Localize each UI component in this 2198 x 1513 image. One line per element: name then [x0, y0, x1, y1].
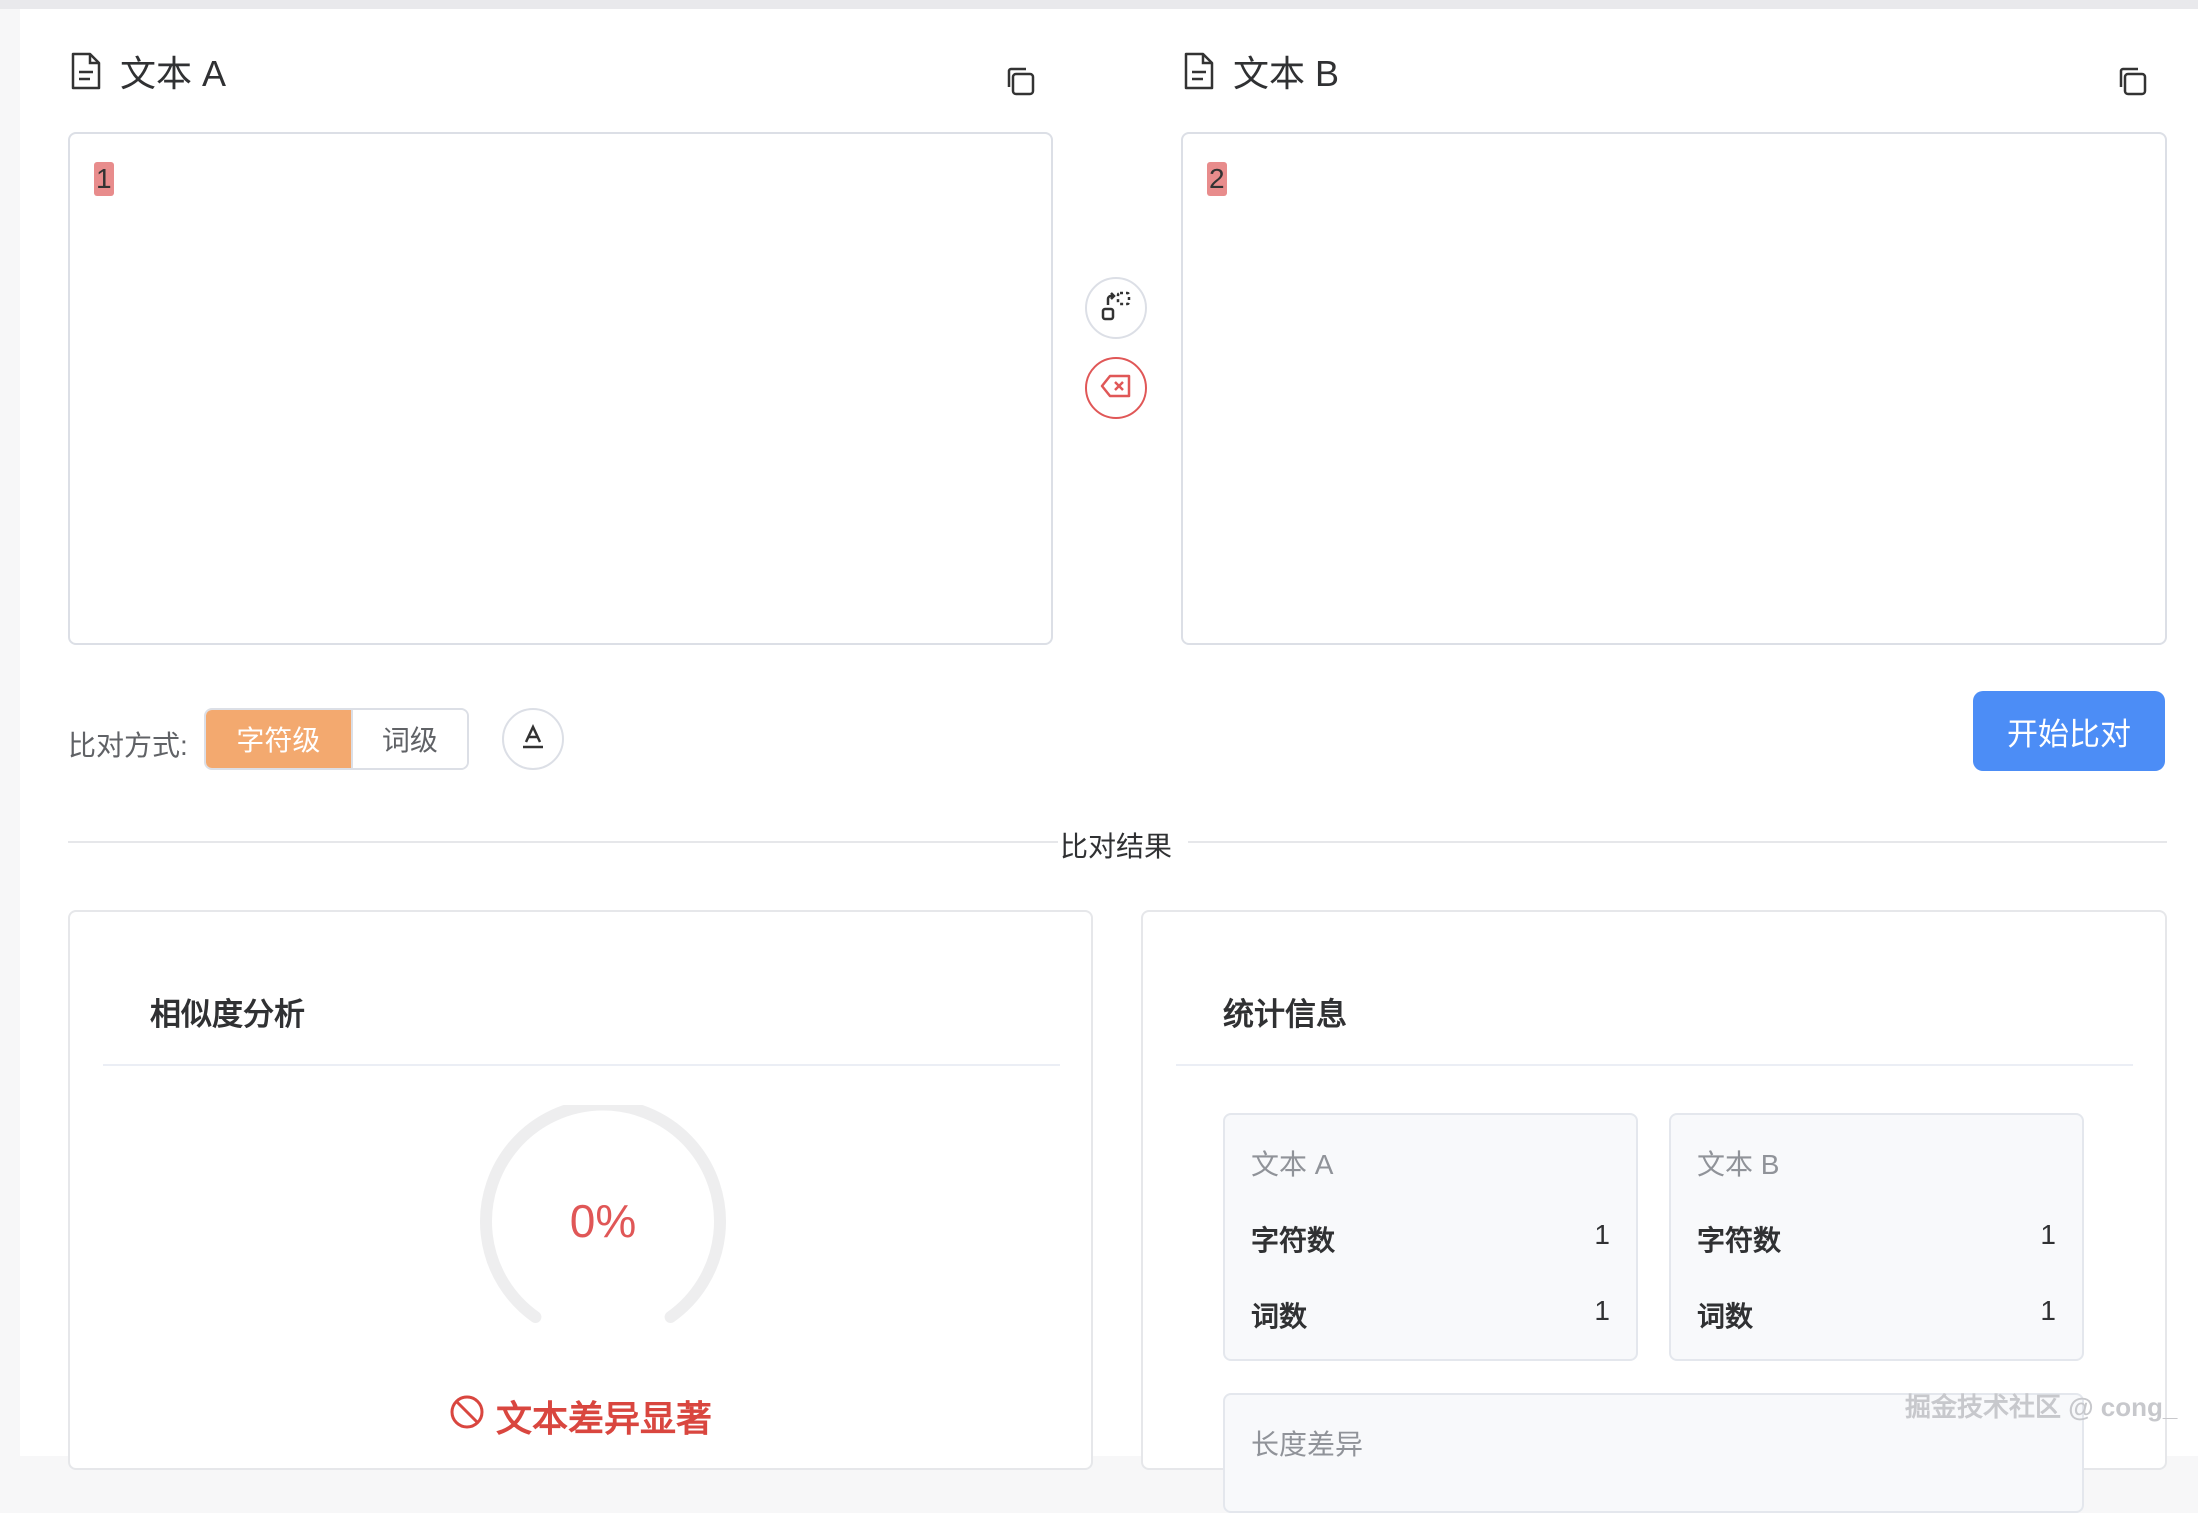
stat-key: 词数 [1251, 1301, 1308, 1332]
similarity-card: 相似度分析 0% 文本差异显著 [68, 910, 1093, 1470]
editor-a-textarea[interactable]: 1 [68, 132, 1053, 645]
copy-a-button[interactable] [1004, 65, 1036, 102]
start-compare-button[interactable]: 开始比对 [1973, 691, 2165, 771]
editor-b-header: 文本 B [1183, 45, 1339, 97]
card-separator [1176, 1064, 2133, 1066]
text-format-icon [519, 723, 547, 756]
watermark: 掘金技术社区 @ cong_ [1905, 1392, 2178, 1422]
compare-mode-label: 比对方式: [68, 730, 188, 761]
stat-value: 1 [2040, 1219, 2056, 1250]
similarity-title: 相似度分析 [150, 997, 305, 1032]
stat-row: 字符数 1 [1697, 1219, 2056, 1259]
stat-row: 字符数 1 [1251, 1219, 1610, 1259]
copy-icon [1004, 67, 1036, 101]
editor-a-header: 文本 A [70, 45, 226, 97]
similarity-verdict: 文本差异显著 [448, 1390, 712, 1442]
mode-char-button[interactable]: 字符级 [206, 710, 351, 768]
clear-icon [1099, 373, 1133, 404]
document-icon [70, 52, 102, 90]
statistics-title: 统计信息 [1223, 997, 1347, 1032]
stat-value: 1 [1594, 1219, 1610, 1250]
divider-line-left [68, 841, 1058, 843]
compare-mode-toggle: 字符级 词级 [204, 708, 469, 770]
stat-box-text-a: 文本 A 字符数 1 词数 1 [1223, 1113, 1638, 1361]
card-separator [103, 1064, 1060, 1066]
swap-icon [1099, 289, 1133, 328]
copy-icon [2116, 67, 2148, 101]
statistics-card: 统计信息 文本 A 字符数 1 词数 1 文本 B 字符数 1 词数 1 长度差… [1141, 910, 2167, 1513]
stat-key: 字符数 [1697, 1225, 1782, 1256]
mode-word-button[interactable]: 词级 [350, 710, 467, 768]
results-divider-label: 比对结果 [1060, 831, 1173, 862]
stat-value: 1 [2040, 1295, 2056, 1326]
stat-key: 词数 [1697, 1301, 1754, 1332]
stat-box-label: 文本 A [1251, 1149, 1334, 1180]
stat-row: 词数 1 [1697, 1295, 2056, 1335]
stat-box-label: 文本 B [1697, 1149, 1780, 1180]
stat-value: 1 [1594, 1295, 1610, 1326]
stat-box-label: 长度差异 [1251, 1429, 1364, 1460]
document-icon [1183, 52, 1215, 90]
clear-button[interactable] [1085, 357, 1147, 419]
diff-highlight: 2 [1207, 162, 1227, 196]
editor-b-title: 文本 B [1233, 53, 1340, 94]
verdict-text: 文本差异显著 [496, 1398, 713, 1439]
stat-key: 字符数 [1251, 1225, 1336, 1256]
top-border [0, 0, 2198, 9]
divider-line-right [1188, 841, 2167, 843]
stat-box-text-b: 文本 B 字符数 1 词数 1 [1669, 1113, 2084, 1361]
text-format-button[interactable] [502, 708, 564, 770]
editor-a-title: 文本 A [120, 53, 227, 94]
no-sign-icon [448, 1393, 486, 1440]
copy-b-button[interactable] [2116, 65, 2148, 102]
editor-b-textarea[interactable]: 2 [1181, 132, 2167, 645]
stat-row: 词数 1 [1251, 1295, 1610, 1335]
diff-highlight: 1 [94, 162, 114, 196]
main-panel: 文本 A 文本 B 1 2 比对方式: 字符级 词级 开始比对 比对结果 相似度… [20, 9, 2198, 1513]
swap-button[interactable] [1085, 277, 1147, 339]
similarity-percent: 0% [569, 1195, 637, 1247]
